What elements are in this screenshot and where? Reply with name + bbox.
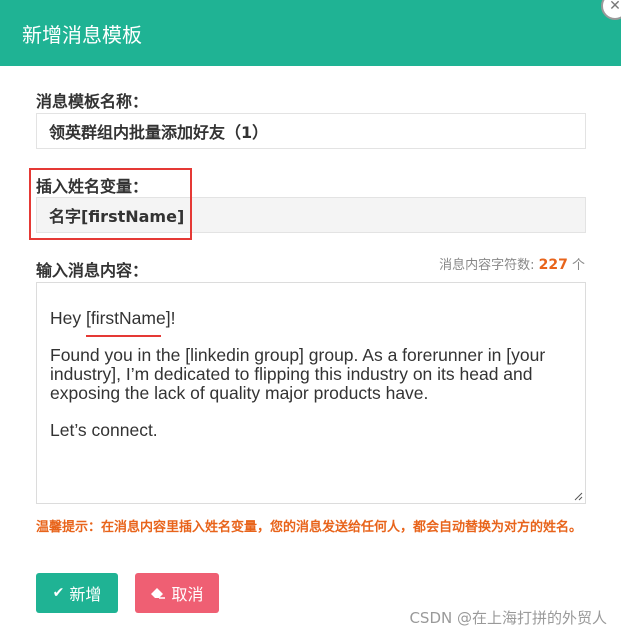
resize-handle-icon[interactable] [574,492,583,501]
highlight-box [29,168,192,240]
cancel-button-label: 取消 [171,585,204,604]
cancel-button[interactable]: 取消 [135,573,219,613]
greeting-prefix: Hey [50,308,86,328]
template-name-label: 消息模板名称： [36,92,149,111]
greeting-var-text: [firstName] [85,308,171,328]
checkmark-icon: ✔ [52,585,65,601]
char-count: 消息内容字符数: 227 个 [439,254,585,273]
char-count-unit: 个 [571,258,585,273]
dialog-header: 新增消息模板 [0,0,621,66]
greeting-name-variable: [firstName] [85,308,171,337]
add-button-label: 新增 [69,585,102,604]
watermark: CSDN @在上海打拼的外贸人 [409,609,607,627]
eraser-icon [151,588,166,599]
add-button[interactable]: ✔ 新增 [36,573,118,613]
message-textarea[interactable]: Hey [firstName]! Found you in the [linke… [36,282,586,504]
greeting-suffix: ! [170,308,176,328]
tip-text: 温馨提示：在消息内容里插入姓名变量，您的消息发送给任何人，都会自动替换为对方的姓… [36,520,583,535]
message-closing: Let’s connect. [50,420,158,440]
char-count-value: 227 [538,257,568,273]
message-body: Found you in the [linkedin group] group.… [50,345,546,403]
dialog-title: 新增消息模板 [22,22,142,47]
name-variable-underline [85,335,161,337]
char-count-label: 消息内容字符数: [439,258,535,273]
content-label: 输入消息内容： [36,261,149,280]
template-name-input[interactable]: 领英群组内批量添加好友（1） [36,113,586,149]
message-greeting: Hey [firstName]! [50,308,573,337]
